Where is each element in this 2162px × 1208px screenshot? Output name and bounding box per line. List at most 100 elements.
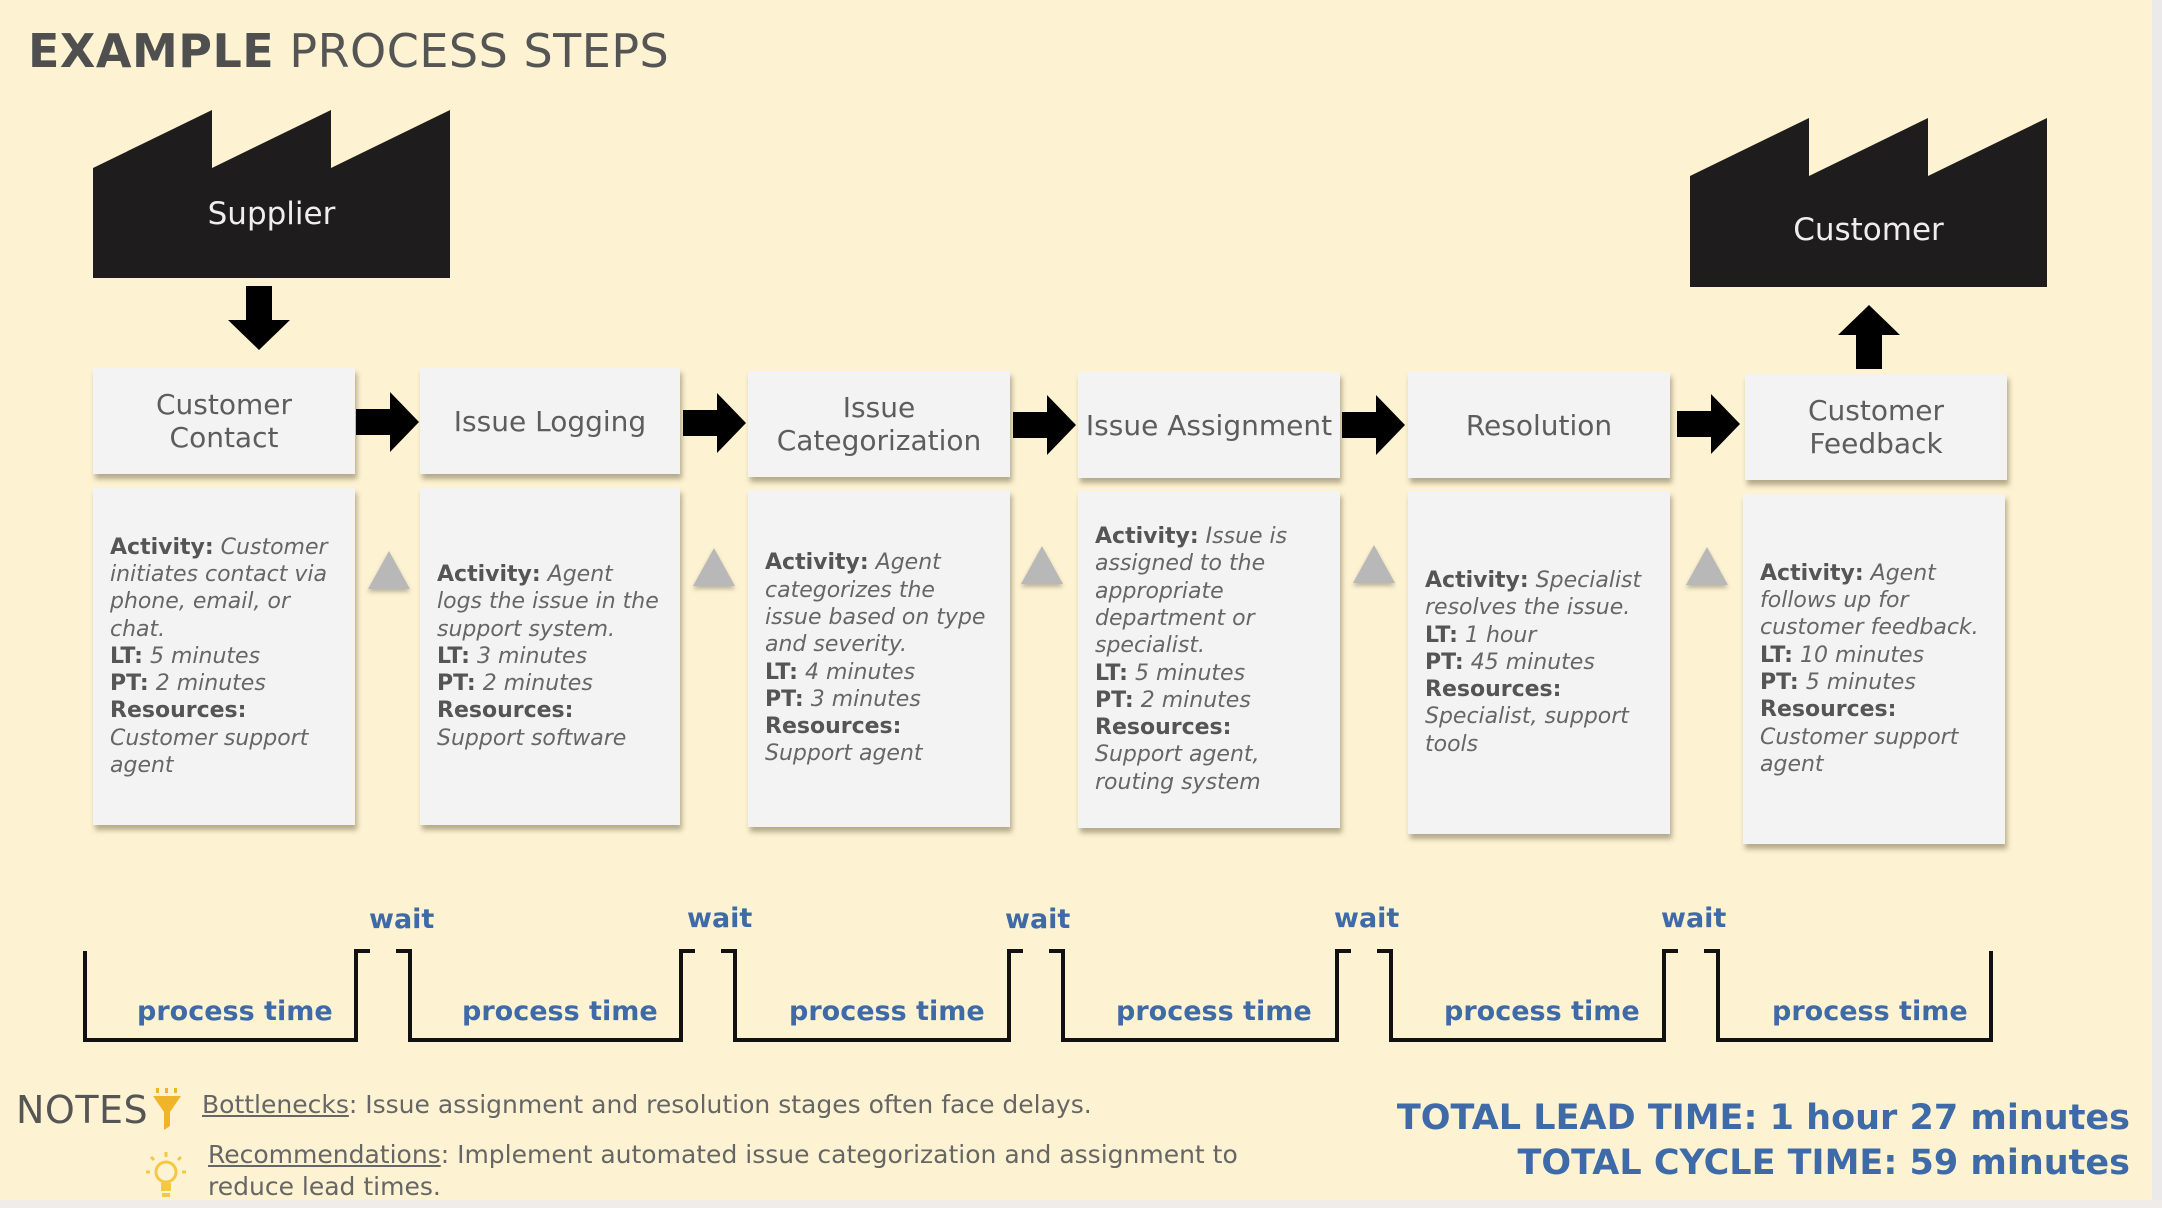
pt-value: 45 minutes: [1470, 649, 1595, 675]
activity-label: Activity:: [437, 561, 541, 587]
pt-label: PT:: [1760, 670, 1799, 695]
process-time-label-3: process time: [789, 996, 985, 1027]
recommendations-text-1: : Implement automated issue categorizati…: [440, 1140, 1238, 1169]
lt-label: LT:: [1095, 660, 1128, 686]
arrow-right-icon: [683, 393, 746, 453]
step-issue-logging[interactable]: Issue Logging: [420, 368, 680, 474]
lt-label: LT:: [437, 643, 470, 669]
step-issue-assignment[interactable]: Issue Assignment: [1078, 372, 1340, 478]
lt-value: 4 minutes: [804, 659, 916, 685]
bottlenecks-text: : Issue assignment and resolution stages…: [348, 1090, 1092, 1119]
triangle-inventory-icon: [1021, 546, 1063, 584]
detail-issue-logging: Activity: Agent logs the issue in the su…: [420, 488, 680, 825]
resources-label: Resources:: [1760, 697, 1897, 723]
recommendations-label: Recommendations: [208, 1140, 441, 1169]
lightbulb-icon: [146, 1150, 186, 1204]
process-time-label-2: process time: [462, 996, 658, 1027]
arrow-right-icon: [1677, 394, 1740, 454]
factory-icon: [1690, 118, 2047, 287]
triangle-inventory-icon: [693, 548, 735, 586]
pt-label: PT:: [437, 671, 476, 697]
arrow-right-icon: [356, 392, 419, 452]
activity-label: Activity:: [1425, 567, 1529, 593]
customer-factory: Customer: [1690, 118, 2047, 287]
wait-label-1: wait: [369, 904, 435, 935]
bottlenecks-label: Bottlenecks: [202, 1090, 349, 1119]
lt-label: LT:: [1760, 642, 1793, 668]
step-customer-feedback[interactable]: Customer Feedback: [1745, 374, 2007, 480]
flow-arrow-5: [1677, 394, 1740, 458]
pt-label: PT:: [110, 671, 149, 697]
flow-arrow-4: [1342, 395, 1405, 459]
step-label-line1: Resolution: [1465, 408, 1613, 442]
resources-label: Resources:: [765, 714, 902, 740]
arrow-right-icon: [1013, 395, 1076, 455]
notes-title: NOTES: [16, 1088, 149, 1132]
wait-label-4: wait: [1334, 903, 1400, 934]
triangle-inventory-icon: [1686, 547, 1728, 585]
step-resolution[interactable]: Resolution: [1408, 372, 1670, 478]
detail-customer-feedback: Activity: Agent follows up for customer …: [1743, 494, 2005, 844]
supplier-factory: Supplier: [93, 110, 450, 278]
pt-value: 2 minutes: [155, 671, 266, 697]
flow-arrow-1: [356, 392, 419, 456]
step-label-line2: Feedback: [1809, 427, 1943, 460]
lt-label: LT:: [765, 659, 798, 685]
lt-value: 5 minutes: [149, 643, 261, 669]
activity-label: Activity:: [1760, 560, 1864, 586]
arrow-up-icon: [1838, 305, 1900, 369]
resources-label: Resources:: [1425, 677, 1562, 703]
wait-label-2: wait: [687, 903, 753, 934]
arrow-down-icon: [228, 286, 290, 350]
detail-customer-contact: Activity: Customer initiates contact via…: [93, 488, 355, 825]
activity-label: Activity:: [765, 550, 869, 576]
triangle-inventory-icon: [368, 551, 410, 589]
resources-label: Resources:: [437, 698, 574, 724]
title-bold: EXAMPLE: [28, 24, 275, 78]
total-cycle-time: TOTAL CYCLE TIME: 59 minutes: [1517, 1143, 2130, 1183]
process-time-label-1: process time: [137, 996, 333, 1027]
triangle-inventory-icon: [1353, 545, 1395, 583]
supplier-label: Supplier: [207, 196, 336, 232]
step-label-line1: Issue Logging: [453, 404, 647, 438]
process-time-label-5: process time: [1444, 996, 1640, 1027]
flow-arrow-2: [683, 393, 746, 457]
resources-value: Customer support agent: [1760, 724, 1959, 777]
step-label-line2: Contact: [169, 421, 279, 454]
wait-label-5: wait: [1661, 903, 1727, 934]
step-issue-categorization[interactable]: Issue Categorization: [748, 371, 1010, 477]
pt-label: PT:: [765, 686, 804, 712]
resources-value: Specialist, support tools: [1425, 704, 1629, 757]
lt-value: 3 minutes: [476, 643, 588, 669]
page-title: EXAMPLE PROCESS STEPS: [28, 24, 669, 78]
pt-value: 5 minutes: [1805, 670, 1916, 695]
total-lead-time: TOTAL LEAD TIME: 1 hour 27 minutes: [1396, 1098, 2130, 1138]
recommendations-note: Recommendations: Implement automated iss…: [208, 1139, 1238, 1203]
bottlenecks-note: Bottlenecks: Issue assignment and resolu…: [202, 1090, 1092, 1119]
supplier-down-arrow: [228, 286, 290, 354]
step-customer-contact[interactable]: Customer Contact: [93, 368, 355, 474]
detail-issue-categorization: Activity: Agent categorizes the issue ba…: [748, 490, 1010, 827]
arrow-right-icon: [1342, 395, 1405, 455]
resources-label: Resources:: [110, 698, 247, 724]
resources-value: Support software: [437, 725, 627, 751]
activity-label: Activity:: [110, 534, 214, 560]
right-edge-strip: [2152, 0, 2162, 1208]
lt-value: 5 minutes: [1134, 660, 1246, 686]
customer-up-arrow: [1838, 305, 1900, 373]
detail-issue-assignment: Activity: Issue is assigned to the appro…: [1078, 491, 1340, 828]
lt-label: LT:: [110, 643, 143, 669]
pt-value: 2 minutes: [482, 671, 593, 697]
pt-label: PT:: [1095, 687, 1134, 713]
customer-label: Customer: [1793, 212, 1944, 248]
wait-label-3: wait: [1005, 904, 1071, 935]
pt-value: 2 minutes: [1140, 687, 1251, 713]
funnel-icon: [152, 1088, 182, 1134]
resources-value: Support agent: [765, 741, 923, 767]
lt-value: 1 hour: [1464, 622, 1537, 648]
step-label-line1: Issue Assignment: [1085, 408, 1333, 442]
resources-label: Resources:: [1095, 715, 1232, 741]
step-label-line1: Issue: [842, 391, 916, 424]
step-label-line1: Customer: [1807, 394, 1944, 427]
process-time-label-6: process time: [1772, 996, 1968, 1027]
